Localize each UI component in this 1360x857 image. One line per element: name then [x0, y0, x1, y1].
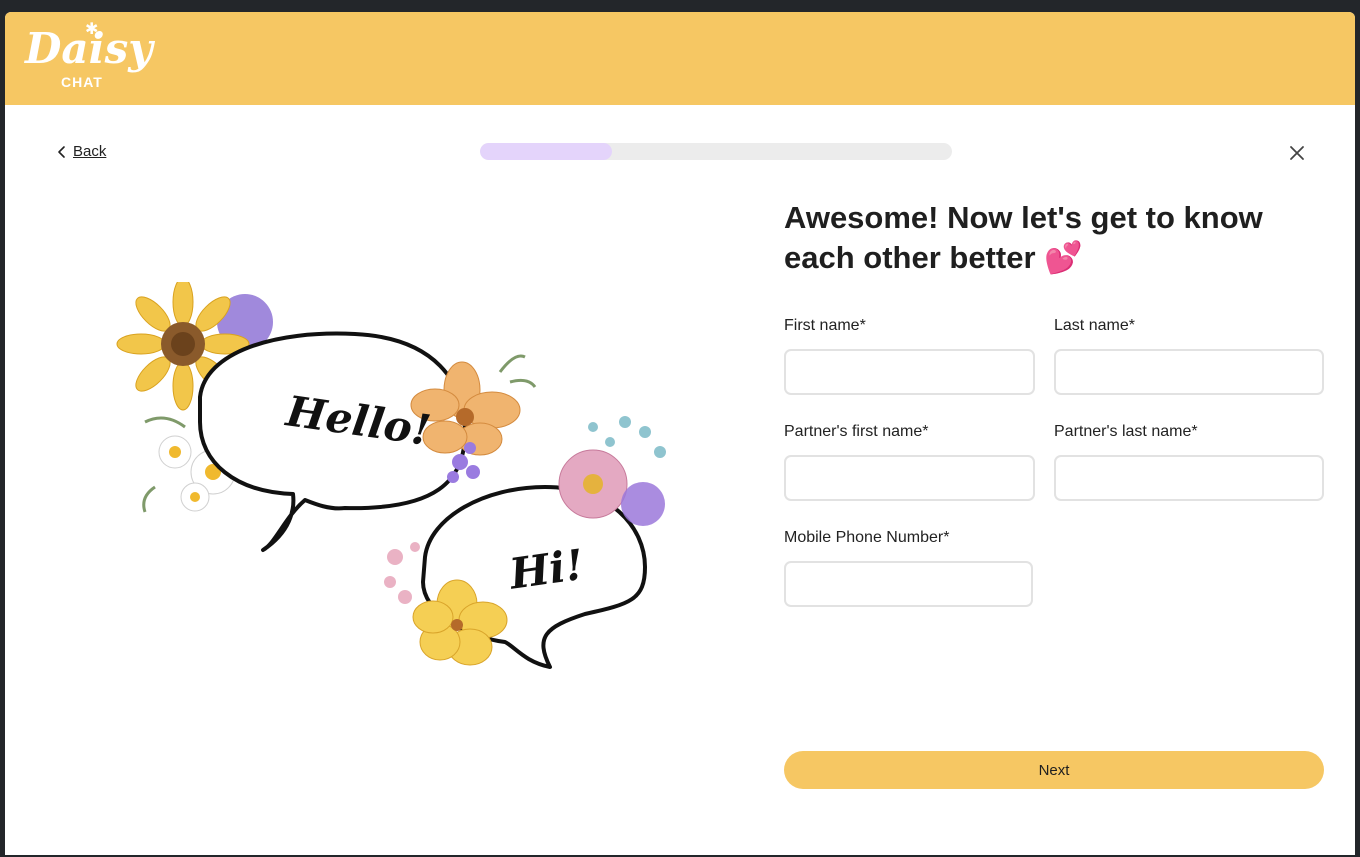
close-button[interactable]: [1287, 143, 1307, 163]
mobile-phone-input[interactable]: [784, 561, 1033, 607]
pink-flower-bouquet-graphic: [558, 416, 666, 526]
app-window: ✱ Daisy CHAT Back Hello! Hi! Awesome! No…: [5, 12, 1355, 855]
hi-bubble-text: Hi!: [506, 540, 587, 599]
first-name-label: First name*: [784, 317, 866, 334]
next-button[interactable]: Next: [784, 751, 1324, 789]
chevron-left-icon: [58, 145, 65, 158]
partner-first-name-label: Partner's first name*: [784, 423, 929, 440]
back-link[interactable]: Back: [57, 143, 106, 160]
header-bar: ✱ Daisy CHAT: [5, 12, 1355, 105]
back-label: Back: [73, 143, 107, 160]
last-name-input[interactable]: [1054, 349, 1324, 395]
daisy-chat-logo[interactable]: ✱ Daisy CHAT: [23, 22, 153, 94]
wizard-topbar: Back: [5, 105, 1355, 195]
partner-last-name-input[interactable]: [1054, 455, 1324, 501]
greeting-illustration: Hello! Hi!: [105, 277, 705, 682]
logo-wordmark: Daisy: [25, 24, 153, 73]
progress-bar: [480, 143, 952, 160]
two-hearts-emoji-icon: 💕: [1044, 240, 1083, 276]
page-title: Awesome! Now let's get to know each othe…: [784, 198, 1304, 278]
mobile-phone-label: Mobile Phone Number*: [784, 529, 950, 546]
first-name-input[interactable]: [784, 349, 1035, 395]
page-title-text: Awesome! Now let's get to know each othe…: [784, 200, 1263, 275]
partner-first-name-input[interactable]: [784, 455, 1035, 501]
last-name-label: Last name*: [1054, 317, 1135, 334]
partner-last-name-label: Partner's last name*: [1054, 423, 1198, 440]
close-icon: [1290, 146, 1304, 160]
progress-bar-fill: [480, 143, 613, 160]
logo-subtitle: CHAT: [61, 74, 103, 90]
